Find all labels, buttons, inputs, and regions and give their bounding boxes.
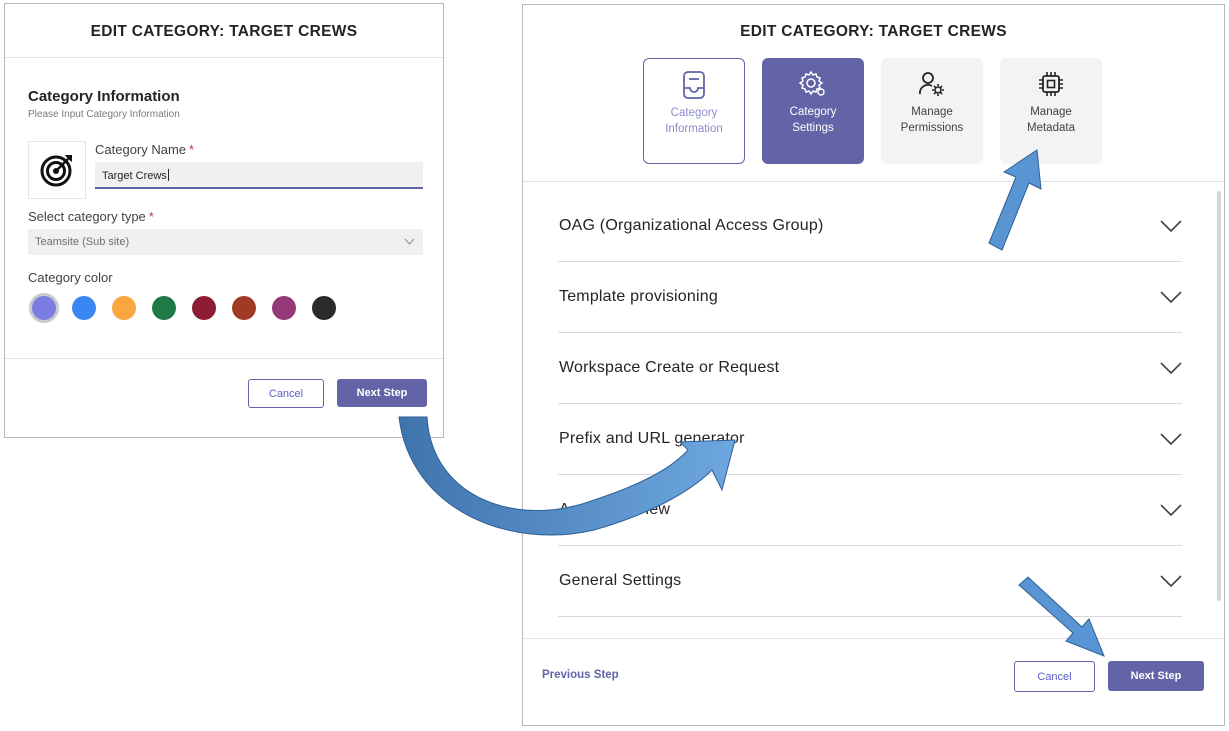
color-swatch[interactable] (72, 296, 96, 320)
dialog-title: EDIT CATEGORY: TARGET CREWS (740, 23, 1007, 40)
accordion-section-label: Access Review (559, 501, 671, 518)
section-subtitle: Please Input Category Information (28, 109, 180, 120)
chevron-down-icon[interactable] (1160, 503, 1182, 517)
accordion-section-label: OAG (Organizational Access Group) (559, 217, 824, 234)
color-swatch[interactable] (192, 296, 216, 320)
accordion-section[interactable]: Prefix and URL generator (558, 404, 1182, 475)
category-type-select[interactable]: Teamsite (Sub site) (28, 229, 423, 255)
accordion-section[interactable]: Access Review (558, 475, 1182, 546)
divider (523, 181, 1224, 182)
step-label: Category Information (665, 107, 723, 135)
edit-category-dialog-step2: EDIT CATEGORY: TARGET CREWS Category Inf… (522, 4, 1225, 726)
accordion-section[interactable]: Workspace Create or Request (558, 333, 1182, 404)
chevron-down-icon[interactable] (1160, 361, 1182, 375)
wizard-steps: Category Information Category Settings M… (643, 58, 1119, 164)
next-step-button[interactable]: Next Step (337, 379, 427, 407)
category-type-label: Select category type * (28, 209, 154, 224)
gear-cog-icon (798, 70, 825, 96)
scrollbar[interactable] (1217, 191, 1221, 601)
color-swatch[interactable] (32, 296, 56, 320)
step-manage-permissions[interactable]: Manage Permissions (881, 58, 983, 164)
chip-icon (1039, 72, 1063, 96)
color-swatch[interactable] (232, 296, 256, 320)
step-manage-metadata[interactable]: Manage Metadata (1000, 58, 1102, 164)
category-icon-picker[interactable] (28, 141, 86, 199)
person-gear-icon (919, 72, 944, 96)
accordion-section[interactable]: Template provisioning (558, 262, 1182, 333)
target-icon (40, 155, 72, 187)
divider (5, 358, 443, 359)
cancel-button[interactable]: Cancel (1014, 661, 1095, 692)
accordion-section-label: Template provisioning (559, 288, 718, 305)
chevron-down-icon[interactable] (1160, 574, 1182, 588)
step-category-information[interactable]: Category Information (643, 58, 745, 164)
chevron-down-icon (404, 238, 415, 245)
cancel-button[interactable]: Cancel (248, 379, 324, 408)
category-name-input[interactable]: Target Crews (95, 162, 423, 189)
color-swatch-list (32, 296, 352, 320)
accordion-section[interactable]: OAG (Organizational Access Group) (558, 191, 1182, 262)
step-label: Manage Permissions (900, 106, 964, 134)
dialog-title: EDIT CATEGORY: TARGET CREWS (90, 23, 358, 40)
divider (5, 57, 443, 58)
accordion-section[interactable]: General Settings (558, 546, 1182, 617)
edit-category-dialog-step1: EDIT CATEGORY: TARGET CREWS Category Inf… (4, 3, 444, 438)
color-swatch[interactable] (312, 296, 336, 320)
category-name-label: Category Name * (95, 142, 195, 157)
step-label: Category Settings (789, 106, 837, 134)
accordion-section-label: General Settings (559, 572, 682, 589)
accordion-section-label: Workspace Create or Request (559, 359, 780, 376)
screenshot-composite: EDIT CATEGORY: TARGET CREWS Category Inf… (0, 0, 1229, 731)
step-category-settings[interactable]: Category Settings (762, 58, 864, 164)
divider (523, 638, 1224, 639)
next-step-button[interactable]: Next Step (1108, 661, 1204, 691)
chevron-down-icon[interactable] (1160, 219, 1182, 233)
settings-accordion: OAG (Organizational Access Group) Templat… (558, 191, 1182, 617)
step-label: Manage Metadata (1027, 106, 1075, 134)
document-icon (683, 71, 705, 99)
section-title: Category Information (28, 88, 180, 105)
color-swatch[interactable] (152, 296, 176, 320)
category-color-label: Category color (28, 270, 113, 285)
color-swatch[interactable] (112, 296, 136, 320)
chevron-down-icon[interactable] (1160, 290, 1182, 304)
previous-step-link[interactable]: Previous Step (542, 669, 619, 681)
chevron-down-icon[interactable] (1160, 432, 1182, 446)
accordion-section-label: Prefix and URL generator (559, 430, 745, 447)
color-swatch[interactable] (272, 296, 296, 320)
